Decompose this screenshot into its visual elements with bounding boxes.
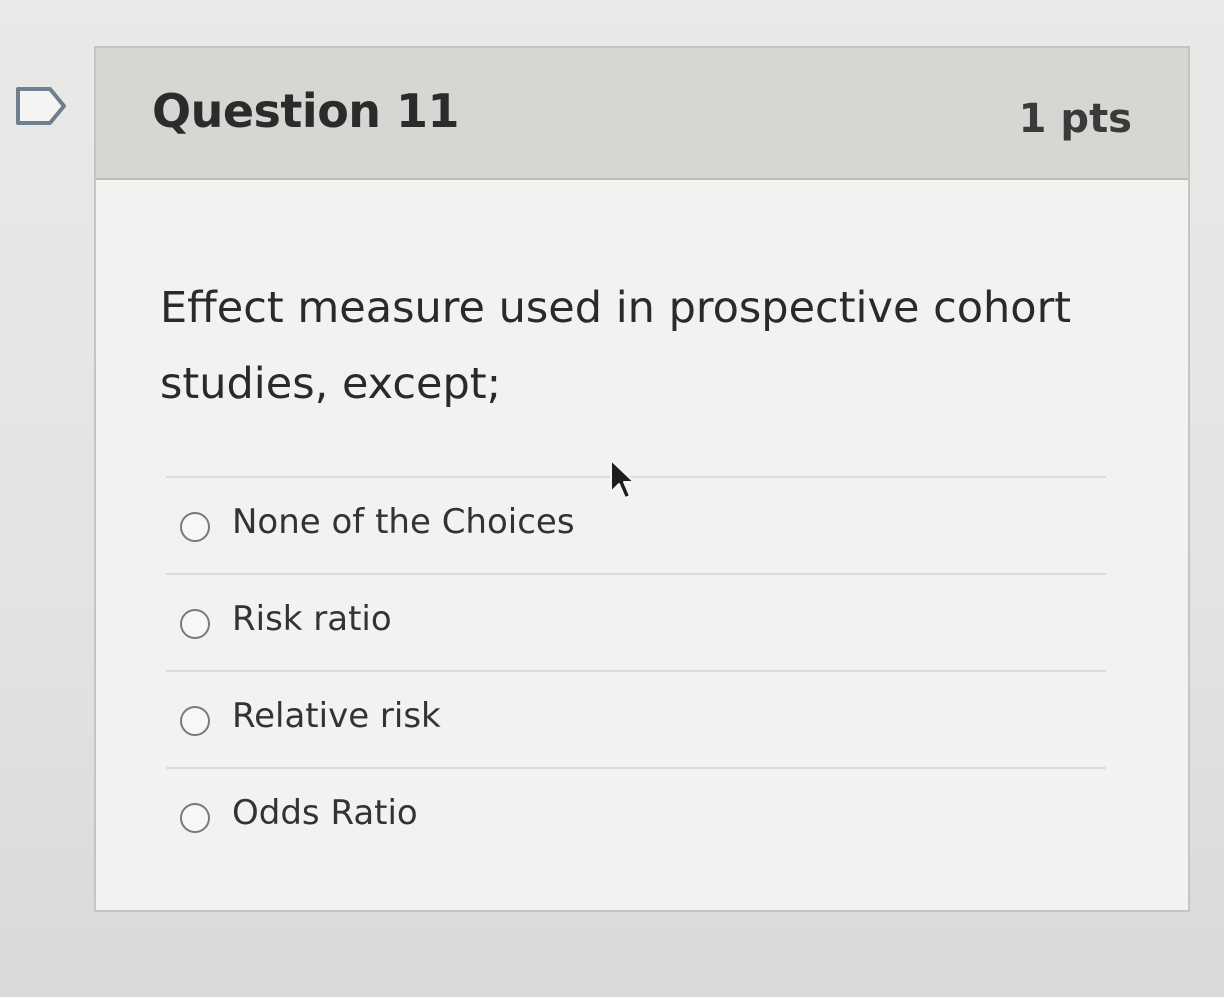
answer-option[interactable]: Relative risk [166,670,1106,767]
question-points: 1 pts [1018,96,1132,142]
answer-label[interactable]: Odds Ratio [232,793,418,833]
answer-label[interactable]: None of the Choices [232,502,575,542]
radio-button[interactable] [180,803,210,833]
question-header: Question 11 1 pts [96,48,1188,180]
radio-button[interactable] [180,512,210,542]
question-card: Question 11 1 pts Effect measure used in… [94,46,1190,912]
question-text: Effect measure used in prospective cohor… [160,283,1072,409]
radio-button[interactable] [180,609,210,639]
question-title: Question 11 [152,84,460,138]
flag-question-icon[interactable] [14,84,68,128]
radio-button[interactable] [180,706,210,736]
answer-option[interactable]: Odds Ratio [166,767,1106,864]
answer-option[interactable]: None of the Choices [166,476,1106,573]
answer-list: None of the Choices Risk ratio Relative … [166,476,1106,864]
answer-label[interactable]: Relative risk [232,696,441,736]
answer-label[interactable]: Risk ratio [232,599,392,639]
answer-option[interactable]: Risk ratio [166,573,1106,670]
mouse-pointer-icon [608,458,636,502]
